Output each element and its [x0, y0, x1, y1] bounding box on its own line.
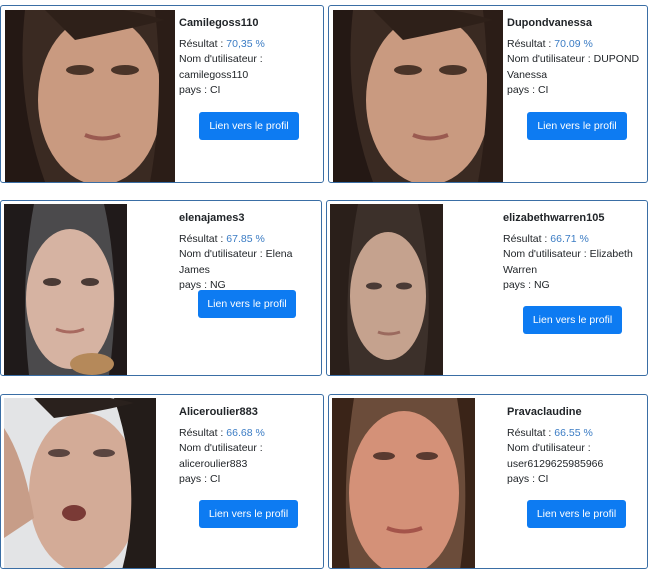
result-line: Résultat : 67.85 %	[179, 232, 321, 248]
country-value: NG	[533, 279, 550, 291]
profile-link-button[interactable]: Lien vers le profil	[527, 112, 627, 140]
country-label: pays :	[507, 473, 538, 485]
result-label: Résultat :	[507, 426, 555, 439]
result-line: Résultat : 66.68 %	[179, 426, 321, 442]
card-info: Pravaclaudine Résultat : 66.55 % Nom d'u…	[507, 405, 647, 488]
username: Pravaclaudine	[507, 406, 582, 418]
result-label: Résultat :	[507, 37, 555, 50]
user-label: Nom d'utilisateur :	[507, 442, 591, 454]
user-label: Nom d'utilisateur :	[179, 53, 263, 65]
result-card: Camilegoss110 Résultat : 70,35 % Nom d'u…	[0, 5, 324, 183]
card-info: Camilegoss110 Résultat : 70,35 % Nom d'u…	[179, 16, 321, 99]
country-line: pays : CI	[507, 83, 647, 99]
result-card: elizabethwarren105 Résultat : 66.71 % No…	[326, 200, 648, 376]
username: Camilegoss110	[179, 17, 259, 29]
country-value: CI	[209, 84, 221, 96]
result-card: Dupondvanessa Résultat : 70.09 % Nom d'u…	[328, 5, 648, 183]
result-percentage: 70.09 %	[554, 37, 593, 50]
card-info: elizabethwarren105 Résultat : 66.71 % No…	[503, 211, 645, 294]
user-label: Nom d'utilisateur : Elena James	[179, 248, 293, 276]
result-percentage: 66.55 %	[554, 426, 593, 439]
card-info: Dupondvanessa Résultat : 70.09 % Nom d'u…	[507, 16, 647, 99]
country-line: pays : NG	[503, 278, 645, 294]
result-card: Aliceroulier883 Résultat : 66.68 % Nom d…	[0, 394, 324, 569]
card-info: Aliceroulier883 Résultat : 66.68 % Nom d…	[179, 405, 321, 488]
card-info: elenajames3 Résultat : 67.85 % Nom d'uti…	[179, 211, 321, 294]
result-percentage: 66.71 %	[550, 232, 589, 245]
country-line: pays : CI	[507, 472, 647, 488]
user-value: camilegoss110	[179, 68, 249, 81]
result-label: Résultat :	[179, 37, 227, 50]
username: elizabethwarren105	[503, 212, 605, 224]
country-label: pays :	[179, 473, 210, 485]
username: elenajames3	[179, 212, 245, 224]
result-card: Pravaclaudine Résultat : 66.55 % Nom d'u…	[328, 394, 648, 569]
user-value: user6129625985966	[507, 457, 604, 470]
profile-link-button[interactable]: Lien vers le profil	[523, 306, 622, 334]
result-percentage: 66.68 %	[226, 426, 265, 439]
username: Dupondvanessa	[507, 17, 592, 29]
portrait-photo	[5, 10, 175, 182]
result-card: elenajames3 Résultat : 67.85 % Nom d'uti…	[0, 200, 322, 376]
portrait-photo	[330, 204, 443, 375]
user-label: Nom d'utilisateur :	[179, 442, 263, 454]
country-label: pays :	[179, 84, 210, 96]
result-line: Résultat : 66.55 %	[507, 426, 647, 442]
country-line: pays : CI	[179, 472, 321, 488]
result-percentage: 67.85 %	[226, 232, 265, 245]
country-label: pays :	[503, 279, 534, 291]
result-line: Résultat : 70.09 %	[507, 37, 647, 53]
portrait-photo	[332, 398, 475, 568]
result-label: Résultat :	[503, 232, 551, 245]
result-line: Résultat : 66.71 %	[503, 232, 645, 248]
profile-link-button[interactable]: Lien vers le profil	[198, 290, 296, 318]
result-label: Résultat :	[179, 232, 227, 245]
result-line: Résultat : 70,35 %	[179, 37, 321, 53]
result-label: Résultat :	[179, 426, 227, 439]
country-value: CI	[537, 84, 549, 96]
portrait-photo	[4, 398, 156, 568]
country-line: pays : CI	[179, 83, 321, 99]
user-label: Nom d'utilisateur : DUPOND	[507, 53, 640, 65]
user-value: aliceroulier883	[179, 457, 248, 470]
portrait-photo	[333, 10, 503, 182]
profile-link-button[interactable]: Lien vers le profil	[199, 500, 298, 528]
profile-link-button[interactable]: Lien vers le profil	[527, 500, 626, 528]
result-percentage: 70,35 %	[226, 37, 265, 50]
user-value: Warren	[503, 263, 538, 276]
country-value: CI	[209, 473, 221, 485]
profile-link-button[interactable]: Lien vers le profil	[199, 112, 299, 140]
user-label: Nom d'utilisateur : Elizabeth	[503, 248, 633, 260]
username: Aliceroulier883	[179, 406, 258, 418]
user-value: Vanessa	[507, 68, 548, 81]
country-label: pays :	[507, 84, 538, 96]
portrait-photo	[4, 204, 127, 375]
country-value: CI	[537, 473, 549, 485]
